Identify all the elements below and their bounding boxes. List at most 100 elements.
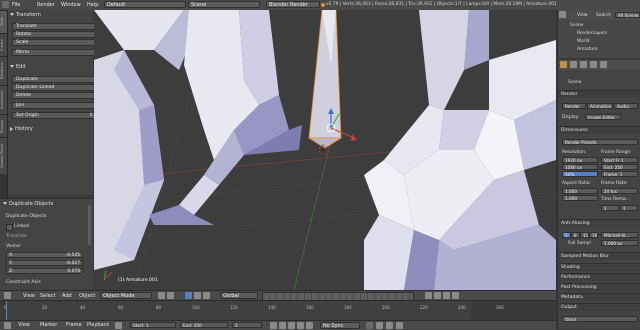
aspect-x-field[interactable]: 1.000 — [562, 188, 598, 194]
aa-samples-5[interactable]: 5 — [562, 232, 571, 238]
end-frame-field[interactable]: End: 250 — [180, 322, 228, 328]
timeline-playback-menu[interactable]: Playback — [87, 322, 109, 328]
aa-samples-8[interactable]: 8 — [571, 232, 580, 238]
viewport-shading-icon[interactable] — [158, 292, 165, 299]
outliner-search-menu[interactable]: Search — [596, 13, 611, 18]
play-icon[interactable] — [288, 322, 295, 329]
rotate-manipulator-icon[interactable] — [203, 292, 210, 299]
frame-rate-dropdown[interactable]: 24 fps — [601, 188, 638, 194]
menu-window[interactable]: Window — [61, 2, 81, 8]
end-frame-field[interactable]: End: 250 — [601, 164, 638, 170]
performance-panel-header[interactable]: Performance — [559, 273, 640, 281]
duplicate-linked-button[interactable]: Duplicate Linked — [12, 84, 96, 91]
outliner-item-renderlayers[interactable]: RenderLayers — [577, 31, 607, 36]
set-origin-dropdown[interactable]: Set Origin ⇕ — [12, 112, 96, 119]
shading-panel-header[interactable]: Shading — [559, 263, 640, 271]
remap-new-field[interactable]: 1 — [620, 205, 638, 211]
outliner-item-scene[interactable]: Scene — [570, 23, 583, 28]
insert-keyframe-icon[interactable] — [386, 322, 393, 329]
editor-type-icon[interactable] — [559, 11, 566, 18]
scene-tab-icon[interactable] — [580, 61, 587, 68]
resolution-percentage-slider[interactable]: 50% — [562, 171, 598, 177]
timeline-view-menu[interactable]: View — [18, 322, 30, 328]
world-tab-icon[interactable] — [590, 61, 597, 68]
outliner-view-menu[interactable]: View — [577, 13, 587, 18]
sync-mode-dropdown[interactable]: No Sync — [320, 322, 360, 329]
render-audio-button[interactable]: Audio — [614, 103, 638, 109]
aa-samples-11[interactable]: 11 — [580, 232, 589, 238]
translate-button[interactable]: Translate — [12, 23, 96, 30]
rotate-button[interactable]: Rotate — [12, 31, 96, 38]
tab-tools[interactable]: Tools — [0, 10, 7, 33]
pivot-point-icon[interactable] — [167, 292, 174, 299]
manipulator-icon[interactable] — [185, 292, 192, 299]
vector-x-field[interactable]: X: -0.545 — [6, 252, 83, 258]
frame-step-field[interactable]: Frame: 1 — [601, 171, 638, 177]
keying-set-icon[interactable] — [376, 322, 383, 329]
select-menu[interactable]: Select — [40, 293, 55, 299]
mirror-button[interactable]: Mirror — [12, 49, 96, 56]
editor-type-icon[interactable] — [4, 292, 11, 299]
display-dropdown[interactable]: Image Editor — [585, 114, 621, 120]
opengl-render-icon[interactable] — [452, 292, 459, 299]
transform-panel-header[interactable]: Transform — [10, 11, 91, 19]
aspect-y-field[interactable]: 1.000 — [562, 195, 598, 201]
timeline-marker-menu[interactable]: Marker — [40, 322, 57, 328]
output-panel-header[interactable]: Output — [559, 303, 640, 311]
render-tab-icon[interactable] — [560, 61, 567, 68]
layout-dropdown[interactable]: Default — [104, 1, 186, 8]
panel-scrollbar[interactable] — [88, 205, 91, 245]
editor-type-icon[interactable] — [4, 322, 11, 329]
resolution-x-field[interactable]: 1920 px — [562, 157, 598, 163]
metadata-panel-header[interactable]: Metadata — [559, 293, 640, 301]
magnet-icon[interactable] — [443, 292, 450, 299]
start-frame-field[interactable]: Start: 1 — [130, 322, 176, 328]
scale-button[interactable]: Scale — [12, 39, 96, 46]
object-tab-icon[interactable] — [600, 61, 607, 68]
timeline[interactable]: 0 20 40 60 80 100 120 140 160 180 200 22… — [0, 300, 556, 321]
next-keyframe-icon[interactable] — [297, 322, 304, 329]
delete-button[interactable]: Delete — [12, 92, 96, 99]
transform-orientation-dropdown[interactable]: Global — [220, 292, 258, 299]
aa-filter-dropdown[interactable]: Mitchell-N... — [601, 232, 638, 238]
menu-render[interactable]: Render — [37, 2, 55, 8]
start-frame-field[interactable]: Start Fr 1 — [601, 157, 638, 163]
tab-physics[interactable]: Physics — [0, 114, 7, 137]
auto-keying-icon[interactable] — [366, 322, 373, 329]
redo-panel-header[interactable]: Duplicate Objects — [3, 200, 84, 208]
delete-keyframe-icon[interactable] — [396, 322, 403, 329]
tab-grease-pencil[interactable]: Grease Pencil — [0, 137, 7, 174]
aa-samples-16[interactable]: 16 — [589, 232, 598, 238]
mode-dropdown[interactable]: Object Mode — [100, 292, 152, 299]
render-engine-dropdown[interactable]: Blender Render — [266, 1, 320, 8]
jump-start-icon[interactable] — [270, 322, 277, 329]
duplicate-button[interactable]: Duplicate — [12, 76, 96, 83]
tab-create[interactable]: Create — [0, 33, 7, 56]
remap-old-field[interactable]: 1 — [601, 205, 619, 211]
editor-type-icon[interactable] — [2, 1, 9, 8]
edit-panel-header[interactable]: Edit — [10, 63, 91, 71]
prev-keyframe-icon[interactable] — [279, 322, 286, 329]
snap-icon[interactable] — [434, 292, 441, 299]
add-menu[interactable]: Add — [62, 293, 72, 299]
dimensions-panel-header[interactable]: Dimensions — [559, 126, 640, 134]
render-animation-button[interactable]: Animation — [587, 103, 613, 109]
linked-checkbox[interactable] — [6, 224, 13, 231]
filter-size-field[interactable]: 1.000 px — [601, 240, 638, 246]
render-layers-tab-icon[interactable] — [570, 61, 577, 68]
tab-animation[interactable]: Animation — [0, 85, 7, 114]
jump-end-icon[interactable] — [306, 322, 313, 329]
lock-camera-icon[interactable] — [425, 292, 432, 299]
view-menu[interactable]: View — [23, 293, 35, 299]
history-panel-header[interactable]: History — [10, 125, 91, 133]
outliner-item-armature[interactable]: Armature — [577, 47, 598, 52]
resolution-y-field[interactable]: 1080 px — [562, 164, 598, 170]
object-menu[interactable]: Object — [79, 293, 95, 299]
render-panel-header[interactable]: Render — [559, 90, 640, 98]
3d-viewport[interactable]: User Persp (1) Armature.001 — [94, 10, 556, 290]
post-processing-panel-header[interactable]: Post Processing — [559, 283, 640, 291]
motion-blur-panel-header[interactable]: Sampled Motion Blur — [559, 252, 640, 260]
timeline-frame-menu[interactable]: Frame — [66, 322, 82, 328]
output-path-field[interactable]: /tmp\ — [562, 316, 638, 322]
menu-file[interactable]: File — [12, 2, 20, 8]
